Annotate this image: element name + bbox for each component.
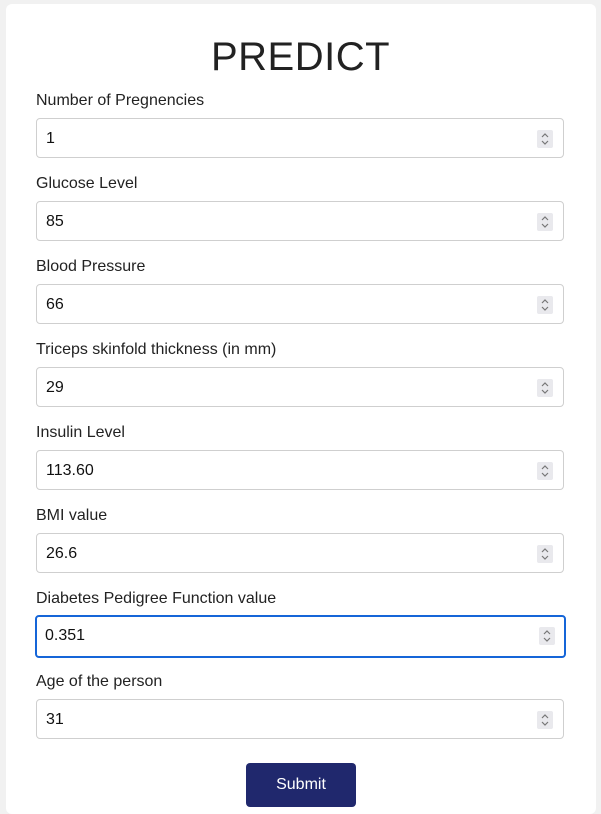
blood-pressure-value: 66 <box>46 296 64 313</box>
age-value: 31 <box>46 711 64 728</box>
number-spinner-icon[interactable] <box>537 379 553 397</box>
insulin-label: Insulin Level <box>36 424 125 441</box>
number-spinner-icon[interactable] <box>539 627 555 645</box>
pregnancies-input[interactable]: 1 <box>36 118 564 158</box>
bmi-label: BMI value <box>36 507 108 524</box>
number-spinner-icon[interactable] <box>537 711 553 729</box>
skin-thickness-label: Triceps skinfold thickness (in mm) <box>36 341 277 358</box>
glucose-label: Glucose Level <box>36 175 138 192</box>
blood-pressure-input[interactable]: 66 <box>36 284 564 324</box>
skin-thickness-value: 29 <box>46 379 64 396</box>
pregnancies-label: Number of Pregnencies <box>36 92 205 109</box>
submit-button[interactable]: Submit <box>246 763 356 807</box>
bmi-value: 26.6 <box>46 545 78 562</box>
bmi-input[interactable]: 26.6 <box>36 533 564 573</box>
pregnancies-value: 1 <box>46 130 55 147</box>
age-input[interactable]: 31 <box>36 699 564 739</box>
pedigree-value: 0.351 <box>45 627 86 644</box>
number-spinner-icon[interactable] <box>537 545 553 563</box>
insulin-value: 113.60 <box>46 462 94 479</box>
age-label: Age of the person <box>36 673 163 690</box>
number-spinner-icon[interactable] <box>537 130 553 148</box>
skin-thickness-input[interactable]: 29 <box>36 367 564 407</box>
glucose-input[interactable]: 85 <box>36 201 564 241</box>
pedigree-label: Diabetes Pedigree Function value <box>36 590 277 607</box>
blood-pressure-label: Blood Pressure <box>36 258 146 275</box>
number-spinner-icon[interactable] <box>537 296 553 314</box>
insulin-input[interactable]: 113.60 <box>36 450 564 490</box>
pedigree-input[interactable]: 0.351 <box>35 615 566 658</box>
number-spinner-icon[interactable] <box>537 213 553 231</box>
number-spinner-icon[interactable] <box>537 462 553 480</box>
glucose-value: 85 <box>46 213 64 230</box>
page-title: PREDICT <box>210 35 391 79</box>
